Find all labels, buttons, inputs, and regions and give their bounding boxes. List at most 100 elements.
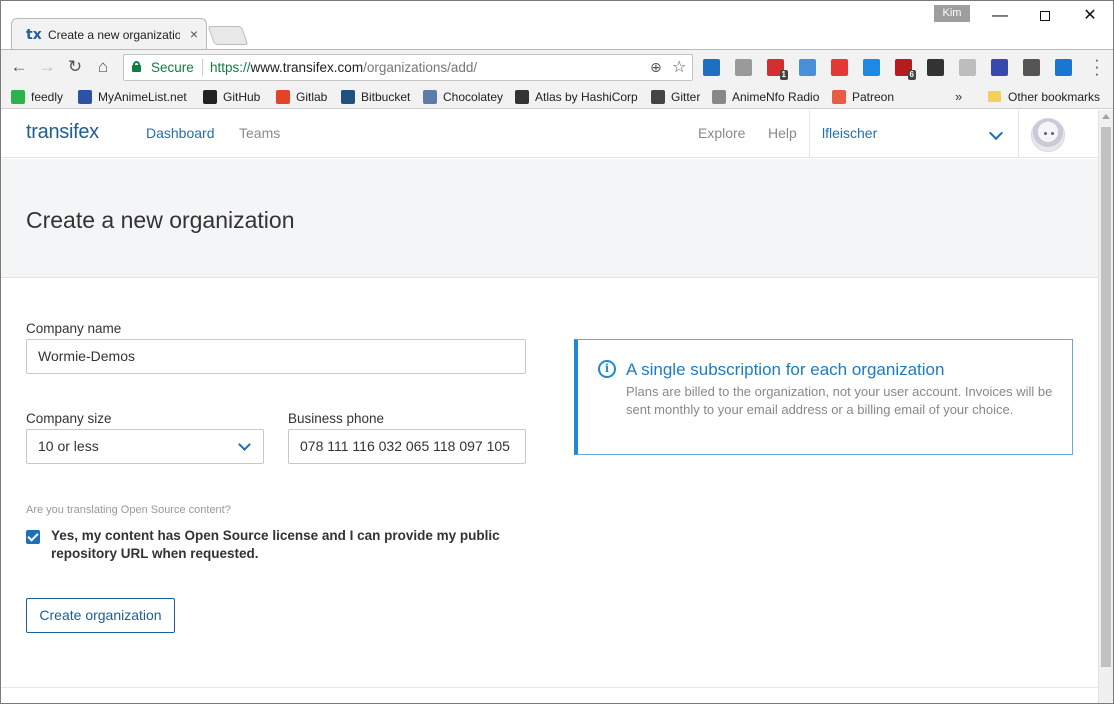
browser-toolbar: ← → ↻ ⌂ Secure https://www.transifex.com… [1, 49, 1113, 84]
extension-icon[interactable] [799, 59, 816, 76]
extension-icon[interactable] [959, 59, 976, 76]
transifex-logo[interactable]: transifex [26, 121, 99, 144]
extension-icon[interactable] [927, 59, 944, 76]
bookmark-label: Gitter [671, 90, 701, 104]
footer-divider [1, 687, 1098, 688]
bookmark-item[interactable]: Gitter [651, 88, 700, 106]
bookmark-favicon-icon [515, 90, 529, 104]
close-window-button[interactable]: ✕ [1067, 3, 1113, 29]
company-name-label: Company name [26, 321, 122, 336]
browser-tab[interactable]: tx Create a new organizatio × [11, 18, 207, 49]
omnibox-divider [202, 59, 203, 76]
folder-icon [988, 91, 1001, 102]
new-tab-button[interactable] [207, 26, 249, 45]
subscription-info-box: i A single subscription for each organiz… [574, 339, 1073, 455]
nav-divider [809, 110, 810, 158]
business-phone-label: Business phone [288, 411, 385, 426]
bookmark-item[interactable]: Patreon [832, 88, 894, 106]
extension-icon[interactable] [863, 59, 880, 76]
translate-icon[interactable]: ⊕ [650, 59, 662, 76]
company-size-label: Company size [26, 411, 112, 426]
nav-dashboard[interactable]: Dashboard [146, 125, 215, 141]
page-title: Create a new organization [26, 207, 295, 233]
bookmark-label: MyAnimeList.net [98, 90, 187, 104]
bookmark-star-icon[interactable]: ☆ [672, 57, 686, 77]
page-content: transifex Dashboard Teams Explore Help l… [1, 110, 1098, 703]
bookmark-favicon-icon [11, 90, 25, 104]
tab-strip: tx Create a new organizatio × Kim — ✕ [1, 1, 1113, 49]
bookmark-favicon-icon [78, 90, 92, 104]
info-title: A single subscription for each organizat… [626, 360, 945, 379]
url-text: https://www.transifex.com/organizations/… [210, 60, 477, 75]
nav-teams[interactable]: Teams [239, 125, 280, 141]
page-header: Create a new organization [1, 159, 1098, 278]
home-icon[interactable]: ⌂ [93, 57, 113, 77]
browser-window: tx Create a new organizatio × Kim — ✕ ← … [0, 0, 1114, 704]
chevron-down-icon[interactable] [988, 125, 1004, 141]
extension-icon[interactable] [831, 59, 848, 76]
business-phone-input[interactable]: 078 111 116 032 065 118 097 105 [288, 429, 526, 464]
bookmark-item[interactable]: Atlas by HashiCorp [515, 88, 638, 106]
minimize-button[interactable]: — [977, 3, 1023, 29]
bookmarks-overflow-icon[interactable]: » [955, 89, 962, 104]
bookmark-favicon-icon [423, 90, 437, 104]
company-name-input[interactable]: Wormie-Demos [26, 339, 526, 374]
bookmark-label: feedly [31, 90, 64, 104]
page-scrollbar[interactable] [1098, 110, 1113, 703]
url-host: www.transifex.com [250, 60, 364, 75]
bookmark-label: Atlas by HashiCorp [535, 90, 638, 104]
bookmark-item[interactable]: Chocolatey [423, 88, 503, 106]
extension-icon[interactable] [703, 59, 720, 76]
forward-arrow-icon[interactable]: → [37, 57, 57, 77]
nav-explore[interactable]: Explore [698, 125, 745, 141]
tab-title: Create a new organizatio [48, 28, 180, 42]
bookmark-favicon-icon [341, 90, 355, 104]
bookmark-item[interactable]: Bitbucket [341, 88, 410, 106]
create-organization-button[interactable]: Create organization [26, 598, 175, 633]
bookmark-label: Chocolatey [443, 90, 504, 104]
maximize-button[interactable] [1022, 3, 1068, 29]
bookmark-favicon-icon [832, 90, 846, 104]
url-scheme: https:// [210, 60, 251, 75]
reload-icon[interactable]: ↻ [65, 57, 85, 77]
bookmark-item[interactable]: MyAnimeList.net [78, 88, 187, 106]
bookmark-label: Gitlab [296, 90, 328, 104]
back-arrow-icon[interactable]: ← [9, 57, 29, 77]
company-size-value: 10 or less [38, 438, 99, 454]
open-source-checkbox[interactable] [26, 530, 40, 544]
lock-icon [132, 61, 141, 72]
open-source-checkbox-label[interactable]: Yes, my content has Open Source license … [51, 527, 511, 563]
info-icon: i [598, 360, 616, 378]
info-text: Plans are billed to the organization, no… [626, 384, 1053, 417]
company-size-select[interactable]: 10 or less [26, 429, 264, 464]
bookmark-item[interactable]: feedly [11, 88, 63, 106]
other-bookmarks-folder[interactable]: Other bookmarks [988, 88, 1100, 106]
extension-icon[interactable] [735, 59, 752, 76]
profile-badge[interactable]: Kim [934, 5, 970, 22]
extension-icon[interactable]: 1 [767, 59, 788, 80]
bookmark-favicon-icon [712, 90, 726, 104]
maximize-icon [1040, 10, 1050, 21]
transifex-favicon-icon: tx [26, 27, 42, 43]
extension-icon[interactable]: 6 [895, 59, 916, 80]
extension-icon[interactable] [991, 59, 1008, 76]
bookmark-item[interactable]: GitHub [203, 88, 260, 106]
scrollbar-thumb[interactable] [1101, 127, 1111, 667]
nav-divider [1018, 110, 1019, 158]
extension-badge: 1 [779, 70, 788, 80]
user-menu[interactable]: lfleischer [822, 125, 877, 141]
bookmark-item[interactable]: AnimeNfo Radio [712, 88, 819, 106]
address-bar[interactable]: Secure https://www.transifex.com/organiz… [123, 54, 693, 81]
chevron-down-icon [238, 438, 251, 451]
extension-icon[interactable] [1055, 59, 1072, 76]
browser-menu-icon[interactable]: · · · [1091, 51, 1103, 82]
scroll-up-icon[interactable] [1102, 114, 1110, 119]
tab-close-icon[interactable]: × [190, 26, 198, 42]
avatar[interactable] [1031, 118, 1065, 152]
bookmark-item[interactable]: Gitlab [276, 88, 327, 106]
app-navbar: transifex Dashboard Teams Explore Help l… [1, 110, 1098, 158]
extension-icon[interactable] [1023, 59, 1040, 76]
secure-label: Secure [151, 60, 194, 75]
other-bookmarks-label: Other bookmarks [1008, 90, 1101, 104]
nav-help[interactable]: Help [768, 125, 797, 141]
